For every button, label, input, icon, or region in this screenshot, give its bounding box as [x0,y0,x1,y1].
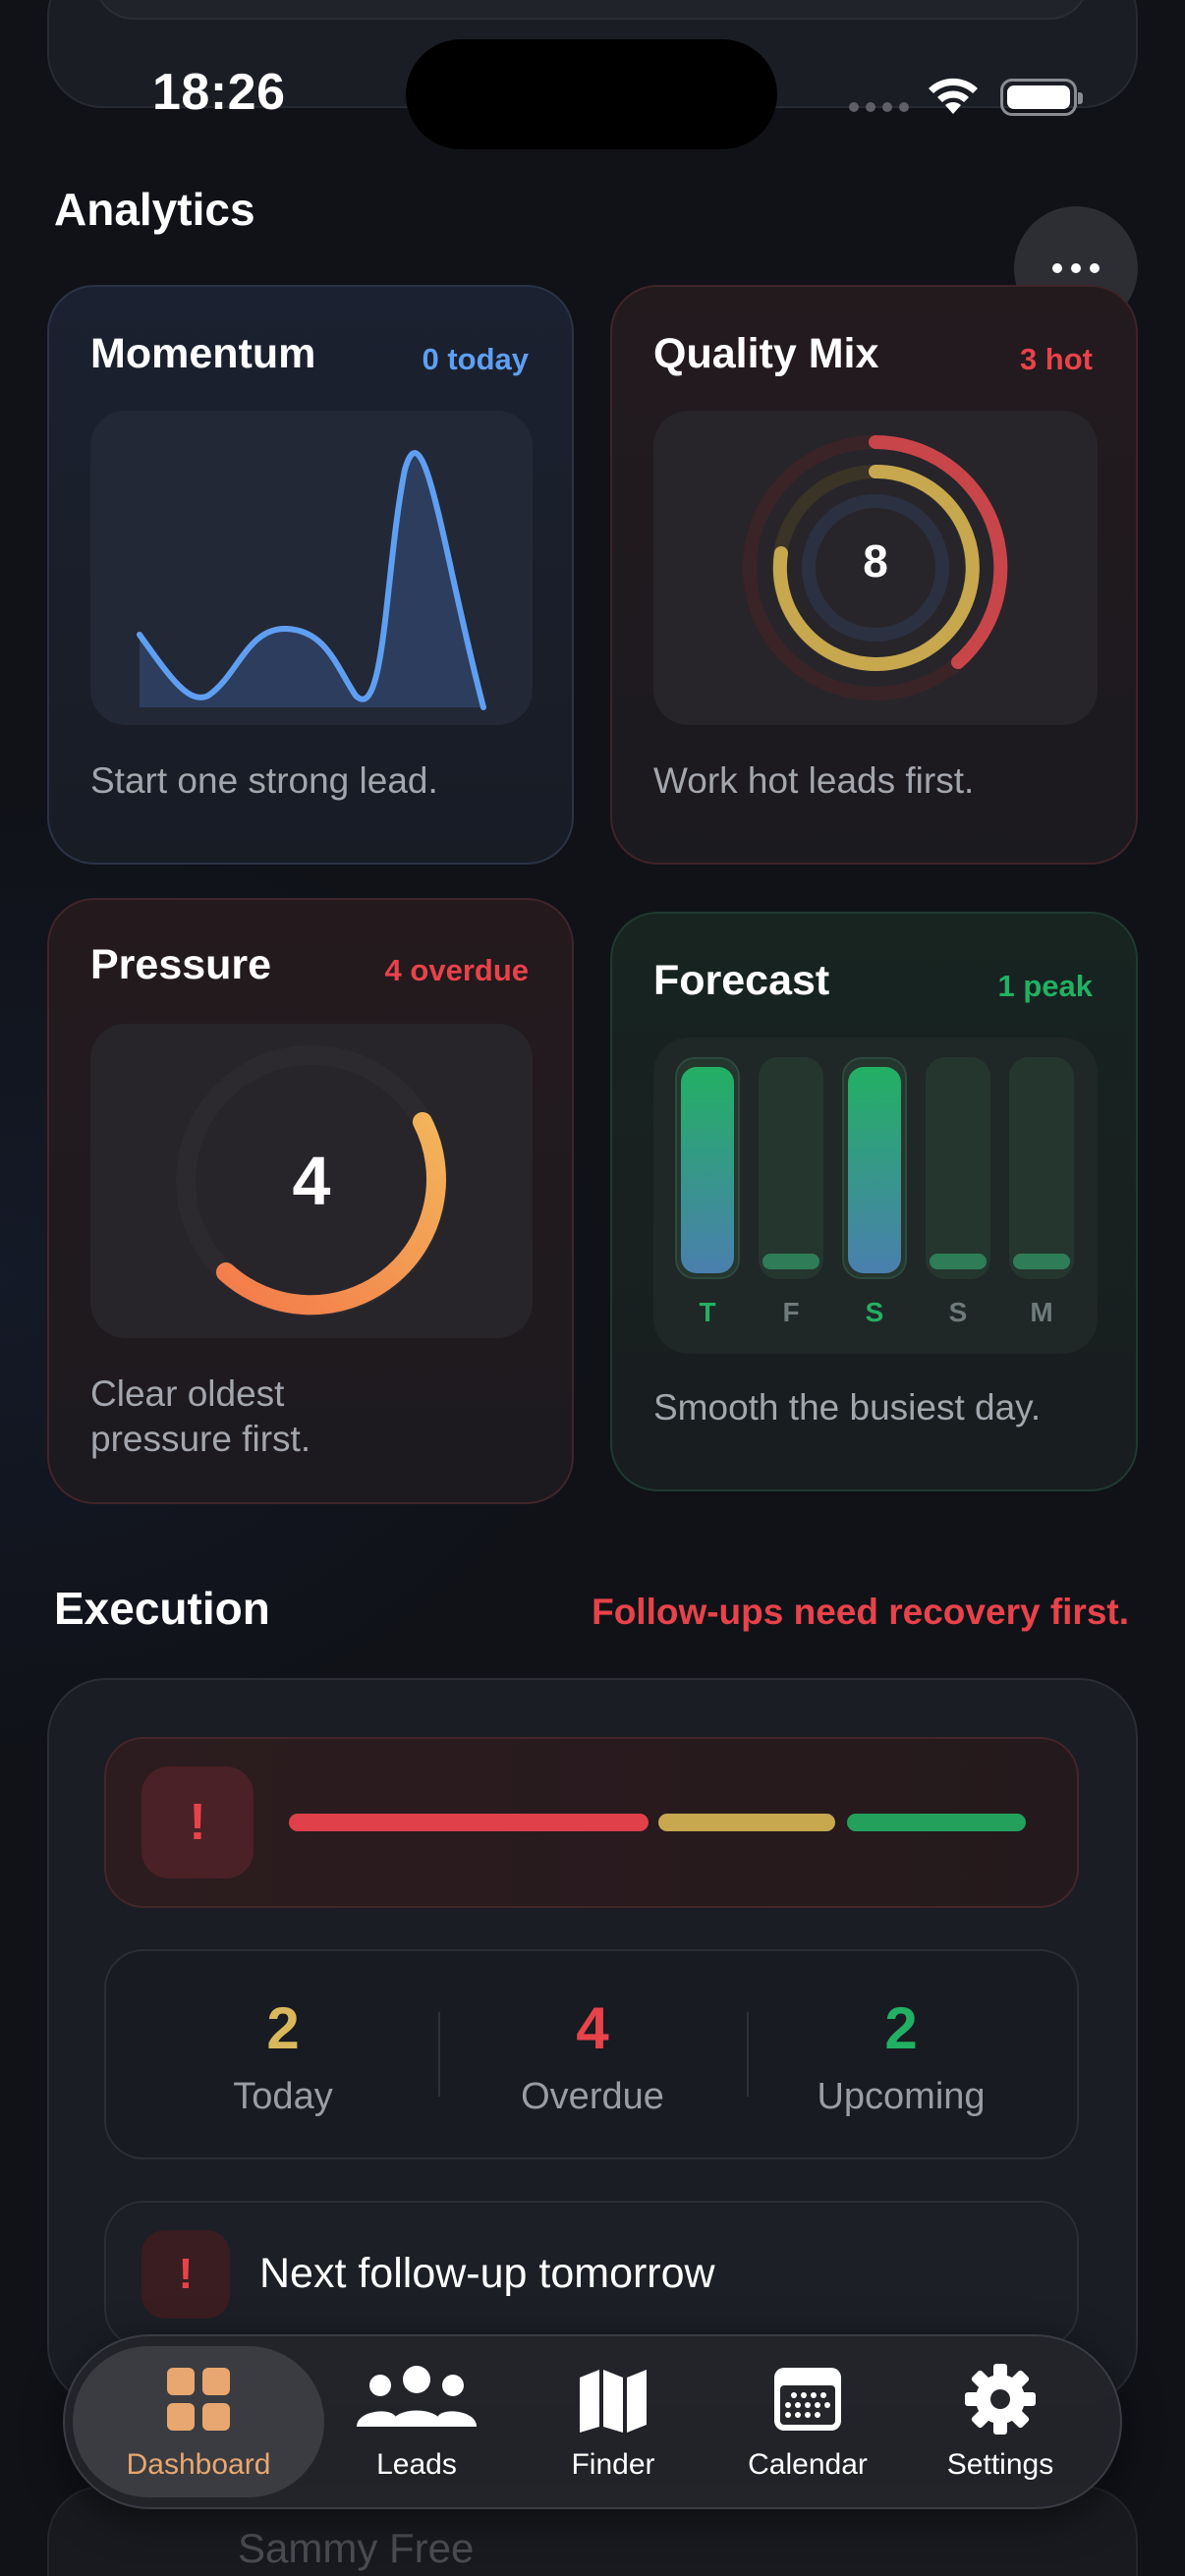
battery-icon [1000,79,1083,116]
dynamic-island [406,39,777,149]
tab-calendar[interactable]: Calendar [709,2346,906,2497]
tab-finder-label: Finder [571,2448,655,2481]
forecast-day-label: T [699,1297,716,1327]
next-followup-text: Next follow-up tomorrow [259,2250,715,2297]
quality-badge: 3 hot [1019,342,1093,376]
more-dot-icon [1052,263,1062,273]
tab-finder[interactable]: Finder [515,2346,711,2497]
pressure-gauge: 4 [90,1024,533,1338]
stat-upcoming-label: Upcoming [817,2076,986,2117]
tab-dashboard-label: Dashboard [126,2448,271,2481]
stat-today-label: Today [233,2076,333,2117]
calendar-icon [774,2368,841,2431]
analytics-title: Analytics [54,184,255,235]
forecast-bar-track [1009,1057,1074,1279]
forecast-day-label: M [1030,1297,1053,1327]
tab-settings[interactable]: Settings [902,2346,1099,2497]
forecast-bar-track [675,1057,740,1279]
cellular-signal-icon [849,102,909,112]
tab-leads-label: Leads [376,2448,457,2481]
stat-upcoming[interactable]: 2 Upcoming [754,1994,1048,2118]
forecast-day-label: S [865,1297,884,1327]
status-time: 18:26 [152,64,286,121]
quality-center-value: 8 [863,535,888,587]
status-bar-overdue [289,1814,649,1831]
execution-notice: Follow-ups need recovery first. [592,1592,1129,1632]
wifi-icon [929,78,978,114]
behind-tabbar-text: Sammy Free [238,2525,475,2571]
forecast-badge: 1 peak [997,969,1093,1003]
stat-today[interactable]: 2 Today [136,1994,430,2118]
more-dot-icon [1090,263,1100,273]
stat-overdue-label: Overdue [521,2076,664,2117]
forecast-bar-fill [1013,1254,1070,1269]
pressure-badge: 4 overdue [384,953,529,987]
pressure-card[interactable]: Pressure 4 overdue 4 Clear oldest pressu… [47,898,574,1504]
forecast-bar-track [759,1057,823,1279]
grid-icon [167,2368,230,2431]
forecast-bar-fill [930,1254,987,1269]
alert-icon: ! [141,1766,254,1878]
execution-title: Execution [54,1583,270,1634]
stat-overdue[interactable]: 4 Overdue [445,1994,740,2118]
stat-divider [747,2012,749,2097]
scrolled-card-top-inner [94,0,1089,20]
pressure-title: Pressure [90,941,272,988]
stat-today-value: 2 [266,1995,300,2061]
forecast-day-label: F [782,1297,800,1327]
momentum-chart [90,411,533,725]
stat-overdue-value: 4 [576,1995,609,2061]
forecast-title: Forecast [653,957,830,1004]
quality-title: Quality Mix [653,330,879,377]
tab-dashboard[interactable]: Dashboard [73,2346,324,2497]
momentum-caption: Start one strong lead. [90,760,438,801]
forecast-day-label: S [948,1297,968,1327]
quality-mix-card[interactable]: Quality Mix 3 hot 8 Work hot leads first… [610,285,1138,865]
status-bar-upcoming [847,1814,1026,1831]
forecast-bar-fill [681,1067,734,1273]
momentum-badge: 0 today [422,342,529,376]
next-followup-alert-icon: ! [141,2230,230,2319]
gear-icon [965,2364,1036,2435]
more-dot-icon [1071,263,1081,273]
map-icon [580,2370,647,2433]
momentum-sparkline [137,450,486,710]
forecast-bar-fill [762,1254,819,1269]
momentum-card[interactable]: Momentum 0 today Start one strong lead. [47,285,574,865]
tab-leads[interactable]: Leads [318,2346,515,2497]
pressure-caption-line1: Clear oldest [90,1373,285,1414]
status-bar-today [658,1814,835,1831]
forecast-bar-track [926,1057,990,1279]
forecast-bar-fill [848,1067,901,1273]
pressure-caption-line2: pressure first. [90,1419,311,1459]
forecast-chart: T F S S M [653,1037,1098,1354]
quality-caption: Work hot leads first. [653,760,975,801]
tab-settings-label: Settings [946,2448,1054,2481]
forecast-card[interactable]: Forecast 1 peak T F S S M Smooth the bus… [610,912,1138,1491]
pressure-center-value: 4 [292,1143,331,1219]
stat-upcoming-value: 2 [884,1995,918,2061]
momentum-title: Momentum [90,330,316,377]
people-icon [357,2366,477,2427]
stat-divider [438,2012,440,2097]
forecast-caption: Smooth the busiest day. [653,1387,1042,1428]
quality-rings: 8 [653,411,1098,725]
forecast-bar-track [842,1057,907,1279]
tab-calendar-label: Calendar [748,2448,868,2481]
